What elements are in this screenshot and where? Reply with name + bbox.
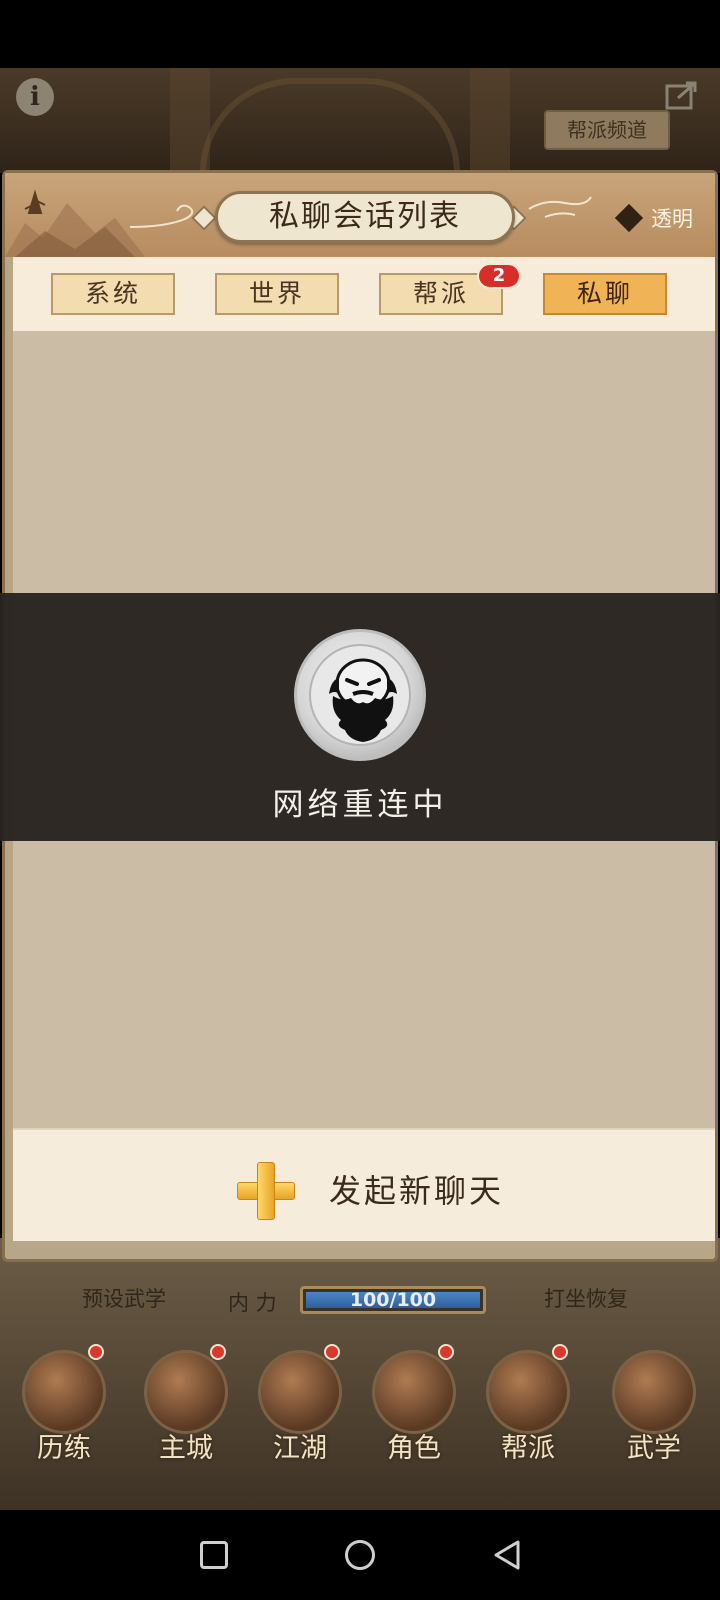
lilian-icon — [22, 1350, 106, 1434]
nav-label: 帮派 — [501, 1433, 555, 1464]
system-nav-bar — [0, 1510, 720, 1600]
guild-tab-badge: 2 — [477, 263, 521, 289]
panel-header: 私聊会话列表 透明 — [5, 173, 715, 257]
channel-tabs: 系统 世界 帮派 私聊 2 — [13, 257, 715, 331]
preset-martial-label[interactable]: 预设武学 — [82, 1283, 166, 1313]
jianghu-icon — [258, 1350, 342, 1434]
nav-label: 武学 — [627, 1433, 681, 1464]
nav-item-guild[interactable]: 帮派 — [478, 1344, 578, 1464]
guild-channel-button[interactable]: 帮派频道 — [544, 110, 670, 150]
transparent-label: 透明 — [651, 207, 693, 231]
meditate-label[interactable]: 打坐恢复 — [544, 1283, 628, 1313]
diamond-icon — [614, 203, 644, 233]
status-bar — [0, 0, 720, 68]
info-icon[interactable]: i — [16, 78, 54, 116]
guild-icon — [486, 1350, 570, 1434]
tab-system[interactable]: 系统 — [51, 273, 175, 315]
reconnect-message: 网络重连中 — [272, 787, 448, 823]
bearded-man-icon — [294, 629, 426, 761]
scene-arch — [200, 78, 460, 173]
notification-dot — [552, 1344, 568, 1360]
back-icon[interactable] — [490, 1538, 524, 1572]
nav-item-lilian[interactable]: 历练 — [14, 1344, 114, 1464]
tab-world[interactable]: 世界 — [215, 273, 339, 315]
scroll-icon — [612, 1350, 696, 1434]
new-chat-label[interactable]: 发起新聊天 — [329, 1166, 504, 1212]
neili-value: 100/100 — [349, 1289, 437, 1311]
share-icon[interactable] — [664, 78, 700, 112]
tab-private[interactable]: 私聊 — [543, 273, 667, 315]
notification-dot — [438, 1344, 454, 1360]
panel-title: 私聊会话列表 — [215, 191, 515, 243]
nav-item-main-city[interactable]: 主城 — [136, 1344, 236, 1464]
nav-label: 历练 — [37, 1433, 91, 1464]
recents-icon[interactable] — [200, 1541, 228, 1569]
character-icon — [372, 1350, 456, 1434]
neili-progress-bar: 100/100 — [300, 1286, 486, 1314]
nav-label: 主城 — [159, 1433, 213, 1464]
cloud-decoration — [528, 196, 592, 218]
nav-item-jianghu[interactable]: 江湖 — [250, 1344, 350, 1464]
nav-label: 江湖 — [273, 1433, 327, 1464]
nav-label: 角色 — [387, 1433, 441, 1464]
neili-label: 内 力 — [228, 1291, 277, 1315]
plus-icon[interactable] — [237, 1162, 295, 1220]
notification-dot — [210, 1344, 226, 1360]
notification-dot — [324, 1344, 340, 1360]
home-icon[interactable] — [345, 1540, 375, 1570]
main-city-icon — [144, 1350, 228, 1434]
nav-item-martial-arts[interactable]: 武学 — [604, 1350, 704, 1464]
nav-item-character[interactable]: 角色 — [364, 1344, 464, 1464]
bearded-face-icon — [329, 658, 397, 742]
reconnect-overlay: 网络重连中 — [0, 593, 720, 841]
transparent-toggle[interactable]: 透明 — [614, 203, 693, 233]
notification-dot — [88, 1344, 104, 1360]
scene-pillar — [470, 68, 510, 173]
new-chat-bar[interactable]: 发起新聊天 — [13, 1128, 715, 1241]
